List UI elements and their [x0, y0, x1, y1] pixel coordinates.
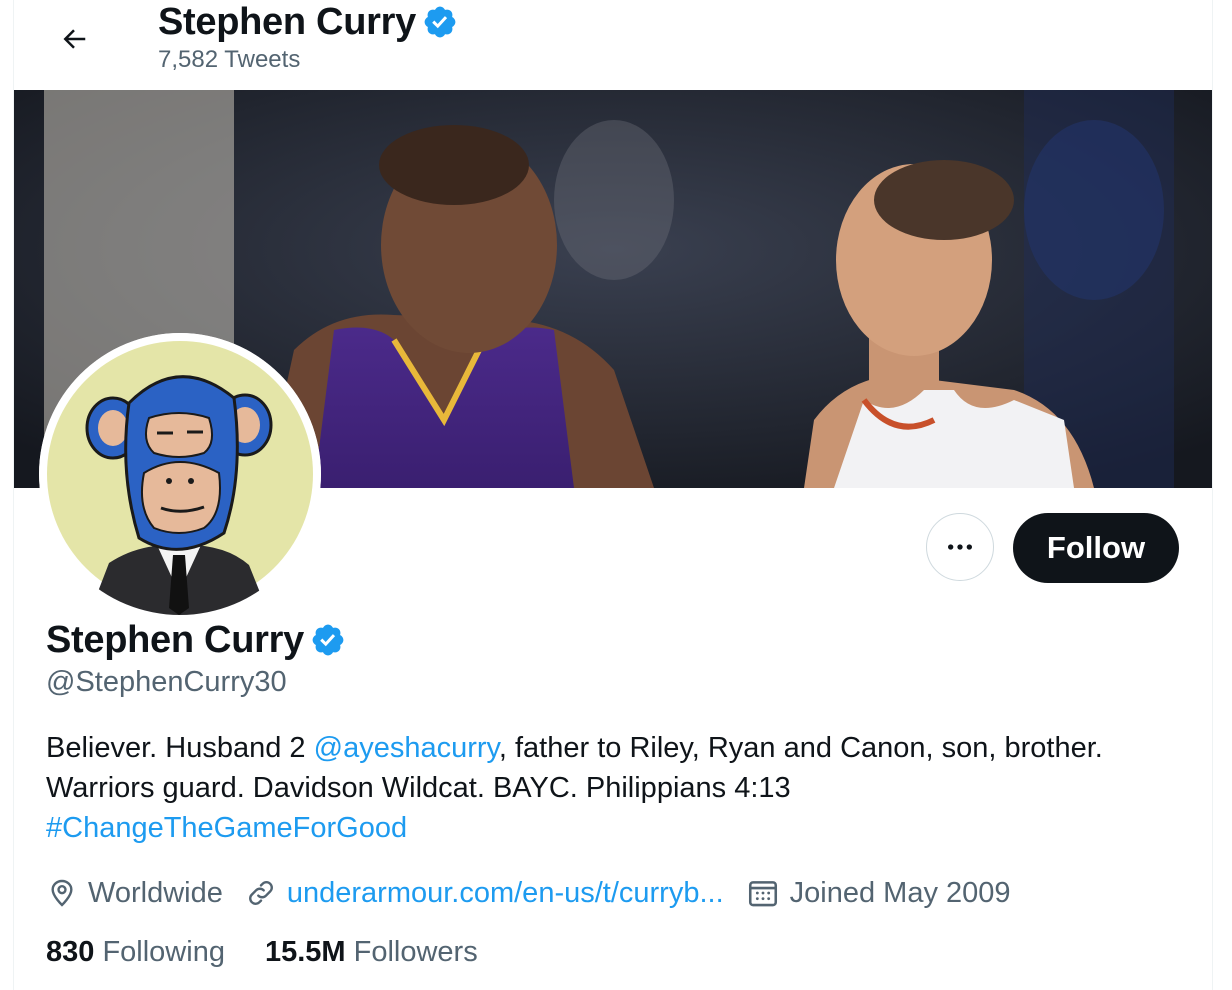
link-icon [248, 881, 273, 905]
profile-avatar[interactable] [39, 333, 321, 615]
website[interactable]: underarmour.com/en-us/t/curryb... [245, 877, 724, 910]
profile-bio: Believer. Husband 2 @ayeshacurry, father… [46, 732, 1103, 844]
following-link[interactable]: 830 Following [46, 936, 225, 969]
mention-link[interactable]: @ayeshacurry [314, 732, 499, 764]
join-date: Joined May 2009 [746, 876, 1011, 910]
ellipsis-icon [948, 544, 972, 550]
profile-handle: @StephenCurry30 [46, 666, 287, 698]
hashtag-link[interactable]: #ChangeTheGameForGood [46, 812, 407, 844]
header-title: Stephen Curry [158, 0, 458, 44]
more-options-button[interactable] [926, 513, 994, 581]
location-pin-icon [51, 879, 73, 907]
profile-stats: 830 Following 15.5M Followers [46, 936, 518, 969]
calendar-icon [748, 881, 777, 907]
profile-header: Stephen Curry 7,582 Tweets [14, 0, 1212, 88]
profile-name: Stephen Curry [46, 618, 346, 662]
profile-page: Stephen Curry 7,582 Tweets Follow Stephe… [13, 0, 1213, 990]
tweet-count: 7,582 Tweets [158, 46, 301, 73]
website-link[interactable]: underarmour.com/en-us/t/curryb... [287, 877, 724, 910]
back-button[interactable] [50, 18, 98, 60]
followers-link[interactable]: 15.5M Followers [265, 936, 478, 969]
verified-badge-icon [424, 6, 456, 38]
arrow-left-icon [63, 29, 86, 49]
verified-badge-icon [312, 624, 344, 656]
location: Worldwide [46, 877, 223, 910]
follow-button[interactable]: Follow [1013, 513, 1179, 583]
bored-ape-avatar [39, 333, 321, 615]
profile-meta: Worldwide underarmour.com/en-us/t/curryb… [46, 872, 1033, 914]
